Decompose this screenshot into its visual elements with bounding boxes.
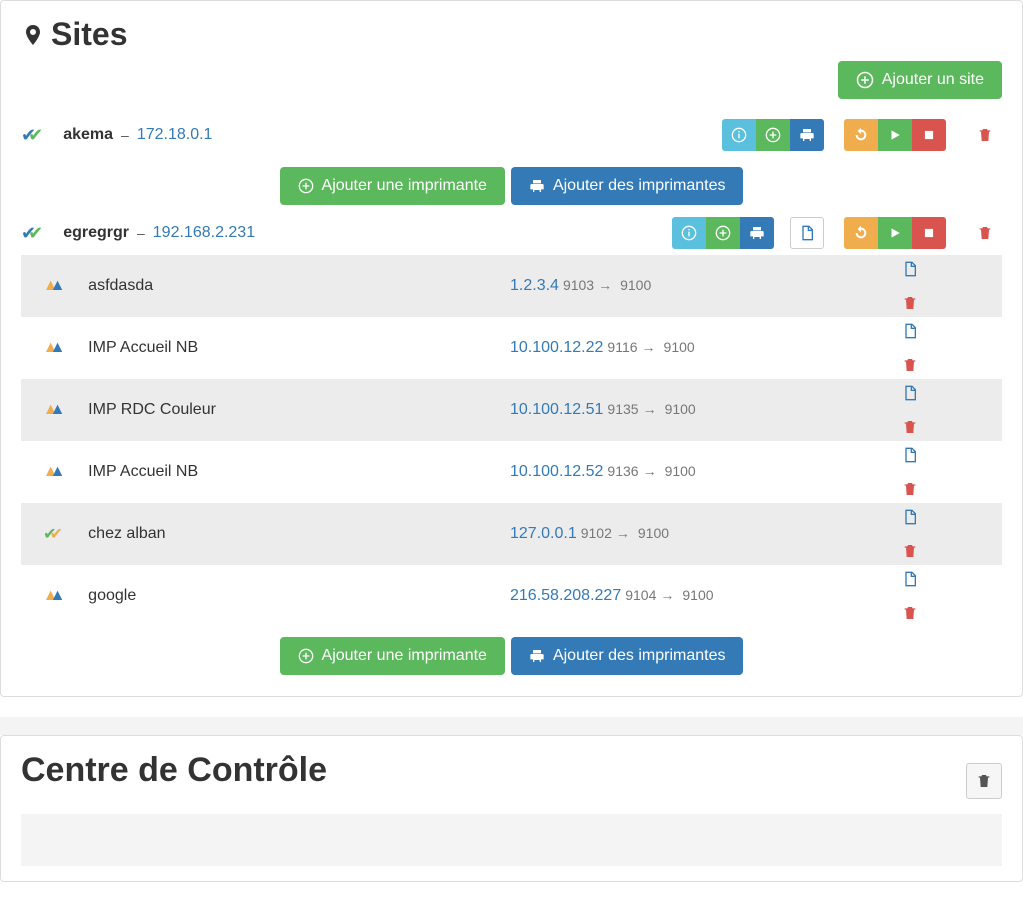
printer-port-from: 9104: [625, 587, 656, 603]
printer-name: IMP Accueil NB: [80, 317, 502, 379]
site-status-icon: ✔✔: [21, 125, 35, 146]
add-site-button[interactable]: Ajouter un site: [838, 61, 1002, 99]
page-title-text: Sites: [51, 16, 127, 53]
arrow-right-icon: →: [642, 339, 656, 355]
site-add-button[interactable]: [756, 119, 790, 151]
printer-delete-button[interactable]: [902, 357, 994, 373]
page-title: Sites: [21, 16, 1002, 53]
site-info-button[interactable]: [672, 217, 706, 249]
status-warn-icon: ▲▲: [43, 277, 57, 295]
printer-ip[interactable]: 127.0.0.1: [510, 525, 577, 542]
status-warn-icon: ▲▲: [43, 401, 57, 419]
control-center-body: [21, 814, 1002, 866]
site-refresh-button[interactable]: [844, 119, 878, 151]
status-ok-icon: ✔✔: [43, 524, 56, 544]
add-printers-button[interactable]: Ajouter des imprimantes: [511, 637, 744, 675]
printers-table: ▲▲asfdasda1.2.3.49103→9100▲▲IMP Accueil …: [21, 255, 1002, 627]
printer-file-button[interactable]: [902, 571, 994, 587]
printer-port-from: 9136: [607, 463, 638, 479]
site-header: ✔✔akema – 172.18.0.1: [21, 113, 1002, 157]
printer-row: ▲▲ IMP Accueil NB 10.100.12.529136 → 9100: [21, 441, 1002, 503]
printer-port-to: 9100: [620, 277, 651, 293]
site-print-button[interactable]: [790, 119, 824, 151]
printer-row: ▲▲ IMP Accueil NB 10.100.12.229116 → 9100: [21, 317, 1002, 379]
printer-file-button[interactable]: [902, 385, 994, 401]
add-printers-button[interactable]: Ajouter des imprimantes: [511, 167, 744, 205]
printer-row: ✔✔ chez alban 127.0.0.19102→ 9100: [21, 503, 1002, 565]
plus-circle-icon: [298, 648, 314, 664]
site-stop-button[interactable]: [912, 119, 946, 151]
arrow-right-icon: →: [598, 277, 612, 293]
location-icon: [21, 20, 45, 50]
printer-port-to: 9100: [638, 525, 669, 541]
printer-port-from: 9116: [607, 339, 637, 355]
printer-delete-button[interactable]: [902, 419, 994, 435]
site-info-button[interactable]: [722, 119, 756, 151]
plus-circle-icon: [298, 178, 314, 194]
plus-circle-icon: [856, 71, 874, 89]
printer-port-from: 9135: [607, 401, 638, 417]
printer-file-button[interactable]: [902, 447, 994, 463]
site-name: egregrgr: [63, 224, 129, 242]
site-play-button[interactable]: [878, 217, 912, 249]
printer-name: google: [80, 565, 502, 627]
printer-port-to: 9100: [665, 463, 696, 479]
printer-delete-button[interactable]: [902, 481, 994, 497]
printer-row: ▲▲ google 216.58.208.2279104→ 9100: [21, 565, 1002, 627]
printer-delete-button[interactable]: [902, 295, 994, 311]
printer-name: IMP RDC Couleur: [80, 379, 502, 441]
site-name: akema: [63, 126, 113, 144]
printer-file-button[interactable]: [902, 509, 994, 525]
printer-icon: [529, 178, 545, 194]
site-status-icon: ✔✔: [21, 223, 35, 244]
site-play-button[interactable]: [878, 119, 912, 151]
printer-ip[interactable]: 10.100.12.22: [510, 339, 603, 356]
site-add-button[interactable]: [706, 217, 740, 249]
printer-name: chez alban: [80, 503, 502, 565]
printer-ip[interactable]: 10.100.12.52: [510, 463, 603, 480]
printer-name: IMP Accueil NB: [80, 441, 502, 503]
site-stop-button[interactable]: [912, 217, 946, 249]
printer-port-from: 9103: [563, 277, 594, 293]
printer-icon: [529, 648, 545, 664]
printer-row: ▲▲ asfdasda 1.2.3.49103→ 9100: [21, 255, 1002, 317]
printer-port-from: 9102: [581, 525, 612, 541]
status-warn-icon: ▲▲: [43, 463, 57, 481]
add-printer-button[interactable]: Ajouter une imprimante: [280, 167, 505, 205]
printer-file-button[interactable]: [902, 323, 994, 339]
add-site-label: Ajouter un site: [882, 71, 984, 89]
status-warn-icon: ▲▲: [43, 339, 57, 357]
printer-ip[interactable]: 216.58.208.227: [510, 587, 621, 604]
trash-icon: [976, 773, 992, 789]
printer-delete-button[interactable]: [902, 605, 994, 621]
site-ip-link[interactable]: 172.18.0.1: [137, 126, 213, 144]
control-center-title: Centre de Contrôle: [21, 751, 327, 790]
status-warn-icon: ▲▲: [43, 587, 57, 605]
arrow-right-icon: →: [643, 463, 657, 479]
printer-port-to: 9100: [665, 401, 696, 417]
printer-name: asfdasda: [80, 255, 502, 317]
add-printer-button[interactable]: Ajouter une imprimante: [280, 637, 505, 675]
site-delete-button[interactable]: [968, 217, 1002, 249]
printer-ip[interactable]: 10.100.12.51: [510, 401, 603, 418]
site-print-button[interactable]: [740, 217, 774, 249]
site-header: ✔✔egregrgr – 192.168.2.231: [21, 211, 1002, 255]
arrow-right-icon: →: [616, 525, 630, 541]
site-file-button[interactable]: [790, 217, 824, 249]
printer-file-button[interactable]: [902, 261, 994, 277]
arrow-right-icon: →: [643, 401, 657, 417]
printer-delete-button[interactable]: [902, 543, 994, 559]
site-refresh-button[interactable]: [844, 217, 878, 249]
site-delete-button[interactable]: [968, 119, 1002, 151]
arrow-right-icon: →: [660, 587, 674, 603]
printer-port-to: 9100: [682, 587, 713, 603]
printer-port-to: 9100: [664, 339, 695, 355]
site-ip-link[interactable]: 192.168.2.231: [153, 224, 255, 242]
printer-row: ▲▲ IMP RDC Couleur 10.100.12.519135 → 9100: [21, 379, 1002, 441]
printer-ip[interactable]: 1.2.3.4: [510, 277, 559, 294]
